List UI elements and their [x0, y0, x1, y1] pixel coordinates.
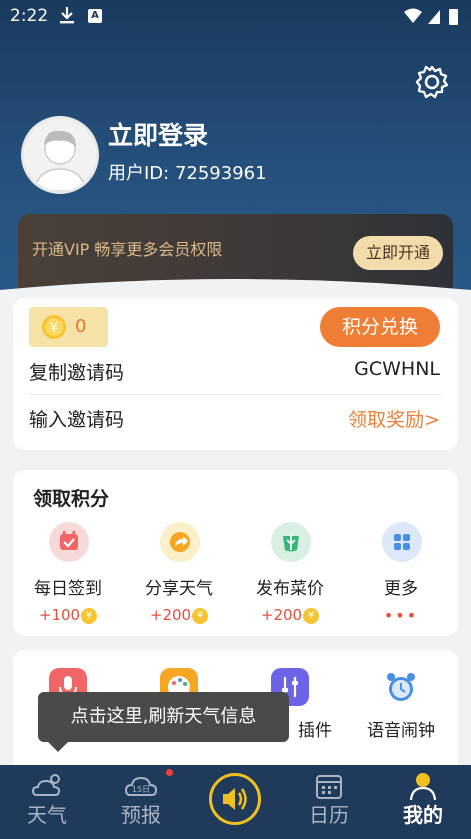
- task-label: 每日签到: [34, 579, 102, 599]
- speaker-icon: [223, 788, 247, 810]
- points-card: ¥ 0 积分兑换 复制邀请码 GCWHNL 输入邀请码 领取奖励>: [13, 298, 458, 450]
- earn-points-title: 领取积分: [33, 488, 110, 510]
- login-title[interactable]: 立即登录: [108, 116, 208, 152]
- weather-icon: [31, 774, 61, 796]
- tab-label: 预报: [121, 803, 161, 827]
- user-id: 用户ID: 72593961: [108, 163, 267, 184]
- reward-amount: +100: [38, 606, 81, 624]
- share-icon: [160, 522, 200, 562]
- task-share-weather[interactable]: 分享天气 +200 ¥: [124, 520, 234, 630]
- download-icon: [60, 7, 74, 24]
- reward-amount: +200: [260, 606, 303, 624]
- coin-icon: ¥: [42, 315, 66, 339]
- signal-icon: [404, 8, 458, 25]
- tab-label: 我的: [403, 803, 443, 827]
- points-exchange-button[interactable]: 积分兑换: [320, 307, 440, 347]
- tab-calendar[interactable]: 日历: [282, 765, 376, 839]
- settings-gear-icon[interactable]: [414, 64, 450, 100]
- svg-text:¥: ¥: [50, 321, 58, 336]
- coin-icon: ¥: [81, 607, 98, 624]
- tab-forecast[interactable]: 15日 预报: [94, 765, 188, 839]
- invite-code-value[interactable]: GCWHNL: [354, 358, 440, 380]
- reward-amount: +200: [149, 606, 192, 624]
- a-badge-icon: A: [88, 9, 102, 23]
- refresh-tooltip[interactable]: 点击这里,刷新天气信息: [38, 692, 289, 742]
- earn-points-card: 领取积分 每日签到 +100 ¥ 分享天气 +200 ¥ 发布菜价 +200 ¥ 更多…: [13, 470, 458, 636]
- forecast-15day-icon: 15日: [125, 776, 157, 796]
- default-avatar-icon: [24, 119, 96, 191]
- status-time: 2:22: [10, 6, 49, 26]
- avatar[interactable]: [21, 116, 99, 194]
- tab-mine[interactable]: 我的: [376, 765, 470, 839]
- forecast-badge-text: 15日: [132, 785, 150, 794]
- tool-label: 语音闹钟: [367, 721, 435, 741]
- copy-invite-label: 复制邀请码: [29, 362, 125, 384]
- tool-voice-alarm[interactable]: 语音闹钟: [346, 664, 456, 774]
- task-daily-checkin[interactable]: 每日签到 +100 ¥: [13, 520, 123, 630]
- calendar-icon: [316, 775, 342, 799]
- calendar-check-icon: [49, 522, 89, 562]
- tab-weather[interactable]: 天气: [0, 765, 94, 839]
- claim-reward-link[interactable]: 领取奖励>: [348, 405, 440, 432]
- task-label: 分享天气: [145, 579, 213, 599]
- alarm-clock-icon: [382, 668, 420, 706]
- speaker-button[interactable]: [209, 773, 261, 825]
- notification-dot: [166, 769, 173, 776]
- coin-icon: ¥: [192, 607, 209, 624]
- tooltip-arrow: [48, 742, 68, 752]
- task-label: 更多: [384, 579, 418, 599]
- task-more[interactable]: 更多 •••: [346, 520, 456, 630]
- more-dots: •••: [383, 606, 419, 625]
- tab-label: 日历: [309, 803, 349, 827]
- status-bar: 2:22 A: [0, 0, 471, 34]
- coin-count: 0: [75, 316, 87, 337]
- profile-icon: [409, 773, 437, 801]
- task-reward: +200 ¥: [235, 606, 345, 624]
- vip-promo-text: 开通VIP 畅享更多会员权限: [32, 240, 223, 259]
- vip-open-button[interactable]: 立即开通: [353, 236, 443, 270]
- vegetable-icon: [271, 522, 311, 562]
- task-label: 发布菜价: [256, 579, 324, 599]
- task-post-veg-price[interactable]: 发布菜价 +200 ¥: [235, 520, 345, 630]
- input-invite-label[interactable]: 输入邀请码: [29, 405, 124, 432]
- divider: [29, 394, 442, 395]
- tab-label: 天气: [27, 803, 67, 827]
- task-reward: +200 ¥: [124, 606, 234, 624]
- task-reward: +100 ¥: [13, 606, 123, 624]
- coin-icon: ¥: [303, 607, 320, 624]
- coin-balance[interactable]: ¥ 0: [29, 307, 108, 347]
- grid-icon: [382, 522, 422, 562]
